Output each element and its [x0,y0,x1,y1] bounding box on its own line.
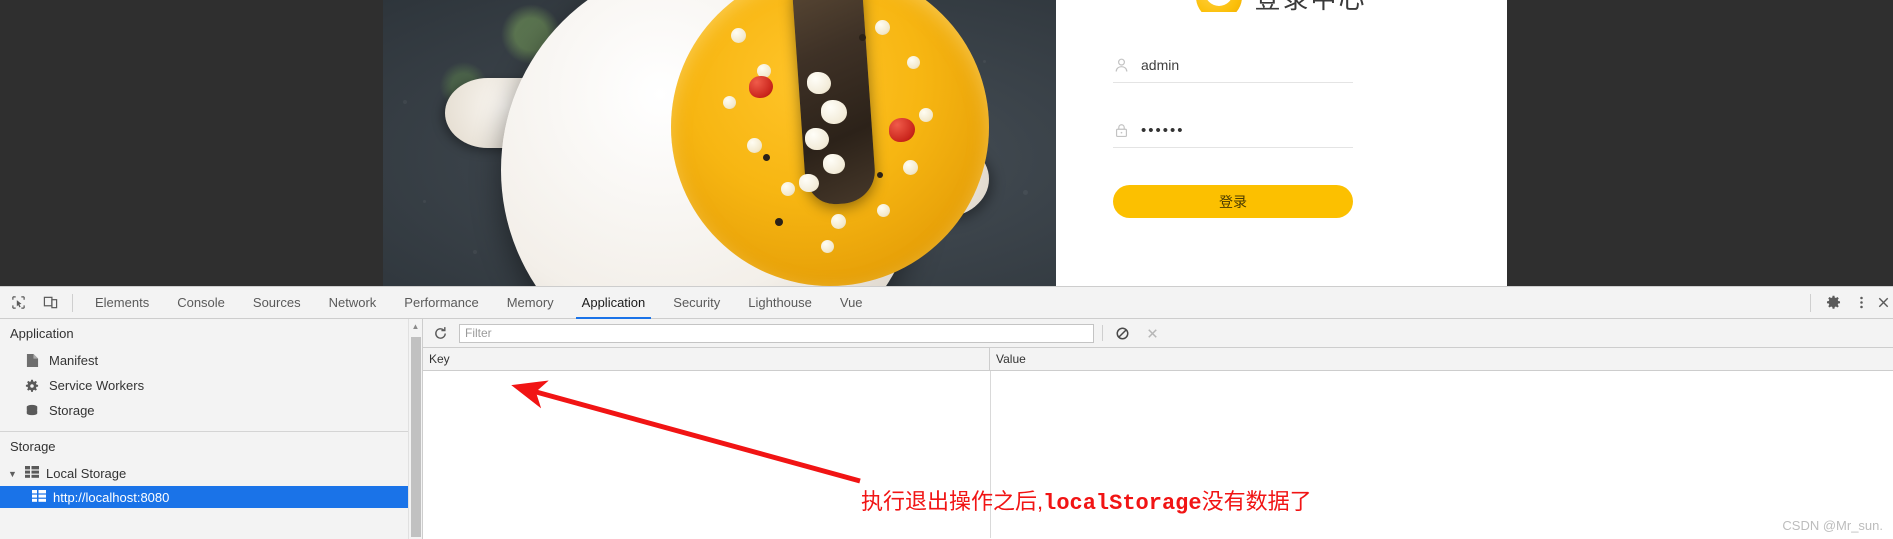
red-arrow [511,380,861,484]
filterbar-divider [1102,325,1103,341]
sidebar-tree-local-storage[interactable]: ▼ Local Storage [0,461,422,486]
password-field[interactable]: •••••• [1113,113,1353,148]
storage-table-icon [25,466,39,481]
soup [671,0,989,286]
chevron-down-icon[interactable]: ▼ [8,469,18,479]
device-toolbar-button[interactable] [36,289,64,317]
user-icon [1115,58,1128,72]
browser-viewport: 登录中心 admin •••••• 登录 [0,0,1893,286]
tab-application[interactable]: Application [568,287,660,319]
tab-security[interactable]: Security [659,287,734,319]
scroll-up-arrow-icon[interactable]: ▲ [409,319,422,333]
password-value: •••••• [1141,121,1185,139]
tab-sources[interactable]: Sources [239,287,315,319]
tab-vue[interactable]: Vue [826,287,877,319]
login-logo-row: 登录中心 [1056,0,1507,12]
page-background-left [0,0,383,286]
inspect-element-button[interactable] [4,289,32,317]
document-icon [24,353,40,369]
sidebar-item-storage[interactable]: Storage [0,398,422,423]
annotation-text: 执行退出操作之后,localStorage没有数据了 [861,484,1312,516]
storage-main-panel: Key Value [423,319,1893,539]
refresh-icon [434,326,446,339]
sidebar-tree-item-localhost-8080[interactable]: http://localhost:8080 [0,486,422,508]
devtools-panel: Elements Console Sources Network Perform… [0,286,1893,539]
device-toolbar-icon [43,296,57,309]
more-options-button[interactable] [1847,289,1875,317]
login-submit-button[interactable]: 登录 [1113,185,1353,218]
tab-lighthouse[interactable]: Lighthouse [734,287,826,319]
sidebar-header-application: Application [10,326,74,341]
tab-performance[interactable]: Performance [390,287,492,319]
column-header-value[interactable]: Value [990,348,1893,371]
devtools-body: Application Manifest Service Workers Sto… [0,319,1893,539]
devtools-tab-list: Elements Console Sources Network Perform… [81,287,877,319]
sidebar-item-manifest[interactable]: Manifest [0,348,422,373]
inspect-element-icon [11,296,25,309]
bowl [501,0,989,286]
gear-icon [1826,295,1840,309]
login-title: 登录中心 [1254,0,1366,12]
close-icon [1878,297,1888,308]
sidebar-scrollbar[interactable]: ▲ [408,319,422,539]
sidebar-tree-label: http://localhost:8080 [53,489,170,505]
tab-network[interactable]: Network [315,287,391,319]
devtools-tabbar: Elements Console Sources Network Perform… [0,287,1893,319]
annotation-overlay: 执行退出操作之后,localStorage没有数据了 [423,371,1873,538]
brand-logo-icon [1196,0,1243,12]
more-vertical-icon [1859,296,1863,309]
toolbar-divider-right [1810,293,1811,312]
settings-button[interactable] [1819,289,1847,317]
column-header-key[interactable]: Key [423,347,990,371]
username-field[interactable]: admin [1113,48,1353,83]
tab-console[interactable]: Console [163,287,239,319]
hero-food-photo [383,0,1056,286]
database-icon [24,403,40,419]
annotation-prefix: 执行退出操作之后, [861,489,1044,514]
clear-all-icon [1116,327,1128,339]
sidebar-item-service-workers[interactable]: Service Workers [0,373,422,398]
tab-elements[interactable]: Elements [81,287,163,319]
sidebar-item-label: Manifest [49,353,99,368]
clear-all-button[interactable] [1111,322,1133,344]
tab-memory[interactable]: Memory [493,287,568,319]
delete-selected-icon [1147,328,1157,338]
devtools-toolbar-right [1802,289,1893,317]
screenshot-root: 登录中心 admin •••••• 登录 [0,0,1893,539]
toolbar-divider [72,293,73,312]
storage-table-icon [32,489,46,505]
close-devtools-button[interactable] [1875,289,1891,317]
sidebar-header-storage: Storage [10,439,56,454]
scrollbar-thumb[interactable] [411,337,421,537]
storage-filter-toolbar [423,319,1893,348]
username-value: admin [1141,57,1180,73]
sidebar-item-label: Service Workers [49,378,145,393]
annotation-suffix: 没有数据了 [1201,489,1312,514]
filter-input[interactable] [459,323,1094,343]
login-card: 登录中心 admin •••••• 登录 [1056,0,1507,286]
gear-icon [24,378,40,394]
annotation-mono: localStorage [1043,491,1202,516]
lock-icon [1115,123,1128,137]
storage-table-body[interactable]: 执行退出操作之后,localStorage没有数据了 [423,371,1893,538]
watermark: CSDN @Mr_sun. [1782,518,1883,533]
page-background-right [1507,0,1893,286]
refresh-button[interactable] [429,322,451,344]
sidebar-tree-label: Local Storage [46,466,127,481]
column-divider[interactable] [990,371,991,538]
storage-table-header: Key Value [423,347,1893,371]
application-sidebar: Application Manifest Service Workers Sto… [0,319,423,539]
sidebar-item-label: Storage [49,403,95,418]
delete-selected-button[interactable] [1141,322,1163,344]
